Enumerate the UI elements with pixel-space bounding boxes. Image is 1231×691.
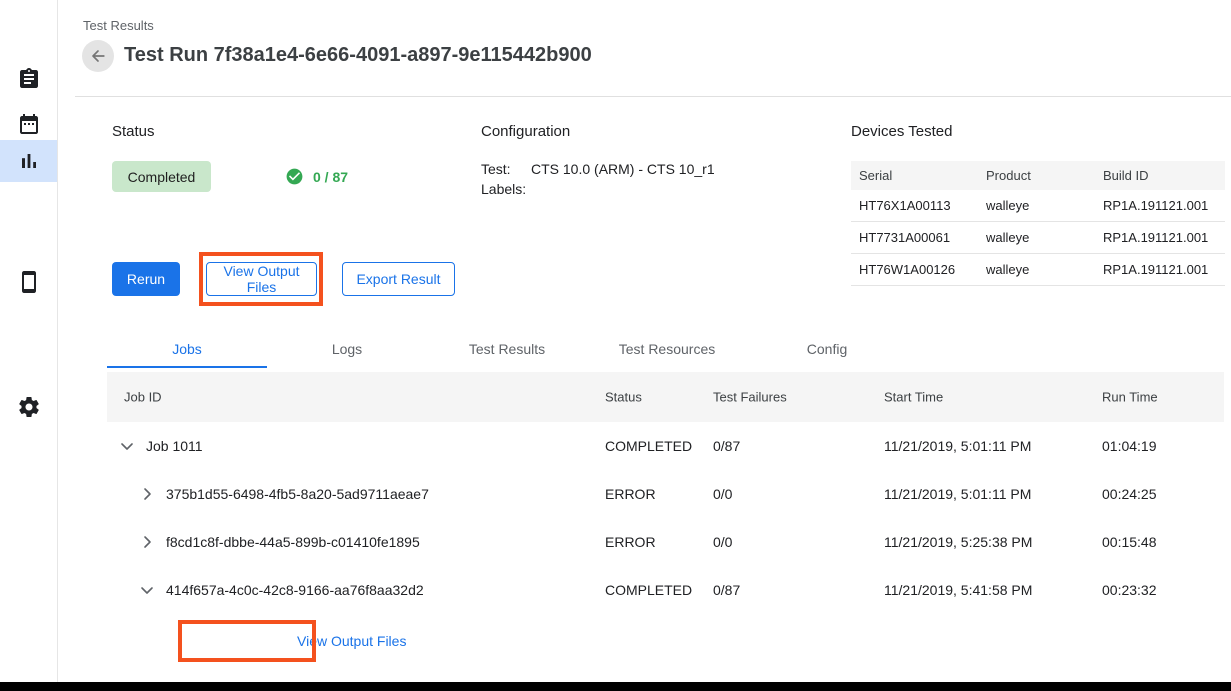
attempt-status: ERROR	[605, 486, 656, 502]
arrow-back-icon	[88, 46, 108, 66]
attempt-id: 375b1d55-6498-4fb5-8a20-5ad9711aeae7	[166, 486, 429, 502]
header-divider	[75, 96, 1231, 97]
attempt-status: COMPLETED	[605, 582, 692, 598]
jobs-table-body: Job 1011 COMPLETED 0/87 11/21/2019, 5:01…	[107, 422, 1224, 614]
jobs-col-start-time: Start Time	[884, 390, 943, 405]
job-attempt-row: 375b1d55-6498-4fb5-8a20-5ad9711aeae7 ERR…	[107, 470, 1224, 518]
sidebar-item-test-plans[interactable]	[0, 58, 57, 100]
failure-count: 0 / 87	[285, 167, 348, 186]
calendar-icon	[17, 112, 41, 136]
sidebar-item-devices[interactable]	[0, 261, 57, 303]
bottom-bar	[0, 682, 1231, 691]
tab-logs[interactable]: Logs	[267, 330, 427, 368]
jobs-col-test-failures: Test Failures	[713, 390, 787, 405]
test-run-page: Test Results Test Run 7f38a1e4-6e66-4091…	[0, 0, 1231, 691]
attempt-run-time: 00:23:32	[1102, 582, 1157, 598]
tab-jobs[interactable]: Jobs	[107, 330, 267, 368]
check-circle-icon	[285, 167, 304, 186]
attempt-start-time: 11/21/2019, 5:41:58 PM	[884, 582, 1032, 598]
job-status: COMPLETED	[605, 438, 692, 454]
device-product: walleye	[978, 230, 1095, 245]
devices-heading: Devices Tested	[851, 123, 952, 140]
status-badge: Completed	[112, 161, 211, 192]
tab-bar: Jobs Logs Test Results Test Resources Co…	[107, 330, 907, 368]
bar-chart-icon	[17, 149, 41, 173]
sidebar-item-schedule[interactable]	[0, 103, 57, 145]
highlight-box-view-output-files-link	[178, 620, 316, 662]
job-test-failures: 0/87	[713, 438, 740, 454]
attempt-test-failures: 0/0	[713, 486, 732, 502]
tab-test-results[interactable]: Test Results	[427, 330, 587, 368]
device-product: walleye	[978, 198, 1095, 213]
config-test-value: CTS 10.0 (ARM) - CTS 10_r1	[531, 161, 715, 177]
configuration-details: Test: CTS 10.0 (ARM) - CTS 10_r1 Labels:	[481, 161, 715, 201]
devices-table-header: Serial Product Build ID	[851, 161, 1225, 190]
export-result-button[interactable]: Export Result	[342, 262, 455, 296]
job-attempt-row: f8cd1c8f-dbbe-44a5-899b-c01410fe1895 ERR…	[107, 518, 1224, 566]
attempt-id: 414f657a-4c0c-42c8-9166-aa76f8aa32d2	[166, 582, 424, 598]
attempt-test-failures: 0/87	[713, 582, 740, 598]
config-labels-label: Labels:	[481, 181, 531, 197]
device-product: walleye	[978, 262, 1095, 277]
job-row: Job 1011 COMPLETED 0/87 11/21/2019, 5:01…	[107, 422, 1224, 470]
devices-table: Serial Product Build ID HT76X1A00113 wal…	[851, 161, 1225, 286]
sidebar-item-test-results[interactable]	[0, 140, 57, 182]
devices-col-product: Product	[978, 168, 1095, 183]
attempt-status: ERROR	[605, 534, 656, 550]
breadcrumb: Test Results	[83, 18, 154, 33]
settings-icon	[17, 395, 41, 419]
chevron-right-icon[interactable]	[135, 482, 159, 506]
sidebar	[0, 0, 58, 682]
highlight-box-view-output-files-button	[199, 252, 323, 306]
jobs-col-status: Status	[605, 390, 642, 405]
attempt-run-time: 00:24:25	[1102, 486, 1157, 502]
attempt-start-time: 11/21/2019, 5:25:38 PM	[884, 534, 1032, 550]
configuration-heading: Configuration	[481, 123, 570, 140]
jobs-col-run-time: Run Time	[1102, 390, 1158, 405]
job-run-time: 01:04:19	[1102, 438, 1157, 454]
job-start-time: 11/21/2019, 5:01:11 PM	[884, 438, 1031, 454]
job-id: Job 1011	[146, 438, 203, 454]
back-button[interactable]	[82, 40, 114, 72]
attempt-test-failures: 0/0	[713, 534, 732, 550]
devices-col-build-id: Build ID	[1095, 168, 1225, 183]
config-test-row: Test: CTS 10.0 (ARM) - CTS 10_r1	[481, 161, 715, 177]
device-row: HT76W1A00126 walleye RP1A.191121.001	[851, 254, 1225, 286]
sidebar-item-settings[interactable]	[0, 386, 57, 428]
attempt-run-time: 00:15:48	[1102, 534, 1157, 550]
device-build-id: RP1A.191121.001	[1095, 198, 1225, 213]
page-title: Test Run 7f38a1e4-6e66-4091-a897-9e11544…	[124, 44, 592, 67]
chevron-down-icon[interactable]	[135, 578, 159, 602]
device-row: HT76X1A00113 walleye RP1A.191121.001	[851, 190, 1225, 222]
device-serial: HT76X1A00113	[851, 198, 978, 213]
device-serial: HT7731A00061	[851, 230, 978, 245]
jobs-table-header: Job ID Status Test Failures Start Time R…	[107, 372, 1224, 422]
smartphone-icon	[17, 270, 41, 294]
attempt-id: f8cd1c8f-dbbe-44a5-899b-c01410fe1895	[166, 534, 420, 550]
config-labels-row: Labels:	[481, 181, 715, 197]
chevron-right-icon[interactable]	[135, 530, 159, 554]
device-build-id: RP1A.191121.001	[1095, 230, 1225, 245]
status-heading: Status	[112, 123, 155, 140]
config-test-label: Test:	[481, 161, 531, 177]
chevron-down-icon[interactable]	[115, 434, 139, 458]
active-tab-indicator	[107, 366, 267, 368]
tab-config[interactable]: Config	[747, 330, 907, 368]
rerun-button[interactable]: Rerun	[112, 262, 180, 296]
attempt-start-time: 11/21/2019, 5:01:11 PM	[884, 486, 1031, 502]
failure-count-text: 0 / 87	[313, 169, 348, 185]
tab-test-resources[interactable]: Test Resources	[587, 330, 747, 368]
device-row: HT7731A00061 walleye RP1A.191121.001	[851, 222, 1225, 254]
device-build-id: RP1A.191121.001	[1095, 262, 1225, 277]
jobs-col-job-id: Job ID	[124, 390, 162, 405]
assignment-icon	[17, 67, 41, 91]
job-attempt-row: 414f657a-4c0c-42c8-9166-aa76f8aa32d2 COM…	[107, 566, 1224, 614]
device-serial: HT76W1A00126	[851, 262, 978, 277]
devices-col-serial: Serial	[851, 168, 978, 183]
